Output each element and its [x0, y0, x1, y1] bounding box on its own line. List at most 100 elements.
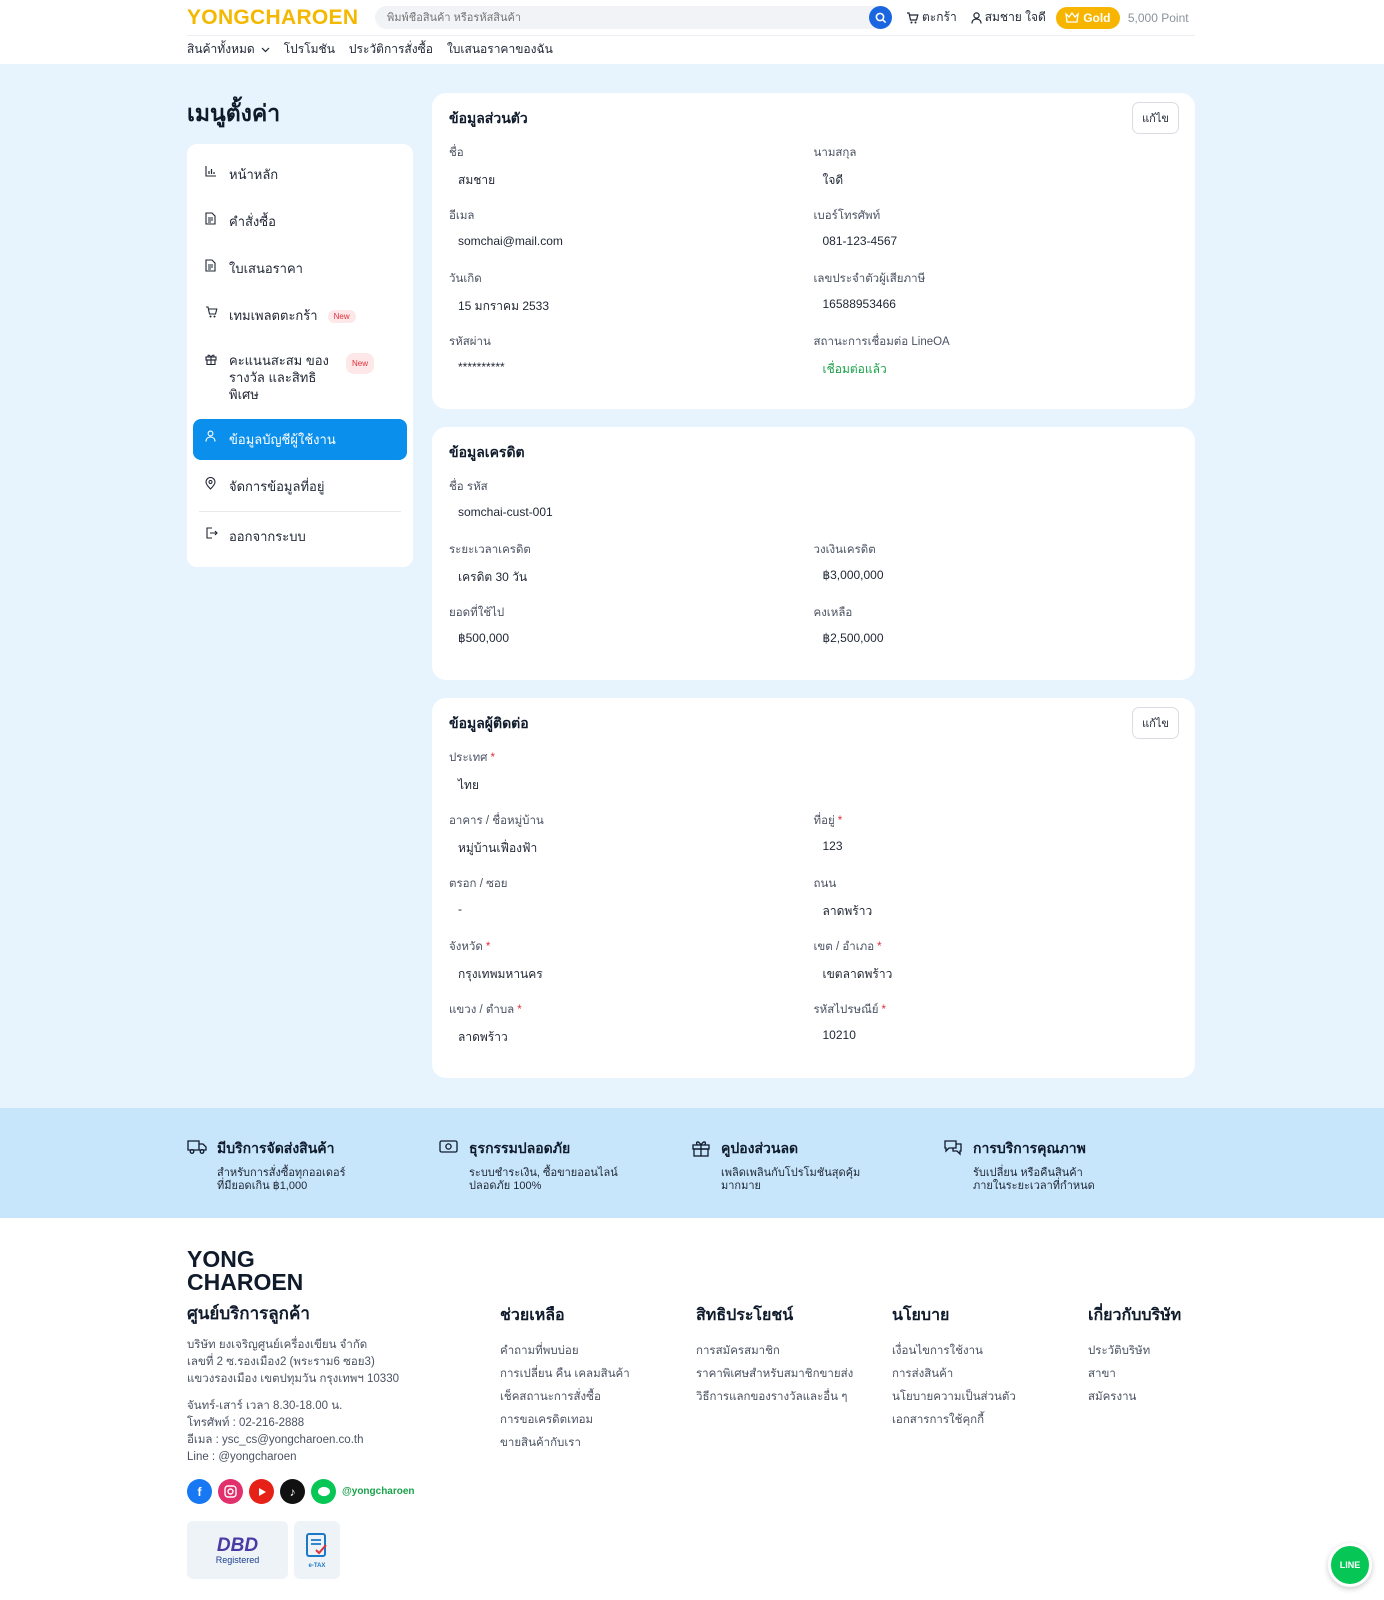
top-bar: YONGCHAROEN ตะกร้า สมชาย ใจดี Gold 5,000… — [187, 0, 1195, 36]
required-mark: * — [517, 1004, 522, 1016]
tiktok-icon[interactable]: ♪ — [280, 1479, 305, 1504]
cart-link[interactable]: ตะกร้า — [906, 8, 957, 27]
search-button[interactable] — [869, 6, 892, 29]
location-pin-icon — [205, 476, 221, 493]
line-icon[interactable] — [311, 1479, 336, 1504]
new-badge: New — [345, 353, 374, 374]
footer-link[interactable]: การสมัครสมาชิก — [696, 1342, 892, 1365]
required-mark: * — [877, 941, 882, 953]
search-input[interactable] — [387, 11, 857, 24]
site-header: YONGCHAROEN ตะกร้า สมชาย ใจดี Gold 5,000… — [0, 0, 1384, 64]
etax-icon — [306, 1532, 327, 1557]
field-label: นามสกุล — [813, 147, 857, 159]
etax-badge[interactable]: e-TAX — [294, 1521, 340, 1579]
sidebar-item-addresses[interactable]: จัดการข้อมูลที่อยู่ — [193, 466, 407, 507]
required-mark: * — [881, 1004, 887, 1016]
field-label: ถนน — [813, 878, 837, 890]
site-footer: YONG CHAROEN ศูนย์บริการลูกค้า บริษัท ยงเ… — [0, 1218, 1384, 1600]
required-mark: * — [485, 941, 491, 953]
sidebar-item-quotations[interactable]: ใบเสนอราคา — [193, 248, 407, 289]
user-menu[interactable]: สมชาย ใจดี — [971, 8, 1046, 27]
sidebar-item-orders[interactable]: คำสั่งซื้อ — [193, 201, 407, 242]
sidebar-item-rewards[interactable]: คะแนนสะสม ของรางวัล และสิทธิพิเศษ New — [193, 342, 407, 413]
chart-icon — [205, 164, 221, 180]
crown-icon — [1065, 12, 1080, 23]
sidebar-item-home[interactable]: หน้าหลัก — [193, 154, 407, 195]
line-chat-label: LINE — [1339, 1560, 1361, 1570]
brand-logo[interactable]: YONGCHAROEN — [187, 6, 375, 30]
sidebar-item-label: หน้าหลัก — [229, 167, 279, 182]
sidebar-divider — [199, 511, 401, 512]
sidebar-item-logout[interactable]: ออกจากระบบ — [193, 516, 407, 557]
footer-link[interactable]: เงื่อนไขการใช้งาน — [892, 1342, 1088, 1365]
nav-order-history[interactable]: ประวัติการสั่งซื้อ — [349, 40, 433, 59]
feature-secure: ธุรกรรมปลอดภัย ระบบชำระเงิน, ซื้อขายออนไล… — [439, 1138, 691, 1193]
field-last-name: นามสกุล ใจดี — [814, 144, 1179, 207]
feature-desc-line1: ระบบชำระเงิน, ซื้อขายออนไลน์ — [469, 1167, 618, 1179]
sidebar-item-cart-templates[interactable]: เทมเพลตตะกร้า New — [193, 295, 407, 336]
field-label: เบอร์โทรศัพท์ — [813, 210, 881, 222]
footer-col-title: ช่วยเหลือ — [500, 1307, 565, 1324]
feature-desc-line2: มากมาย — [721, 1180, 761, 1192]
field-value: 10210 — [822, 1028, 856, 1042]
field-value: สมชาย — [458, 173, 496, 187]
field-label: ที่อยู่ — [813, 815, 835, 827]
footer-logo-line1: YONG — [187, 1246, 255, 1272]
youtube-icon[interactable] — [249, 1479, 274, 1504]
field-label: อาคาร / ชื่อหมู่บ้าน — [449, 815, 544, 827]
field-label: รหัสผ่าน — [449, 336, 491, 348]
edit-personal-button[interactable]: แก้ไข — [1132, 102, 1179, 134]
footer-link[interactable]: วิธีการแลกของรางวัลและอื่น ๆ — [696, 1388, 892, 1411]
field-label: ชื่อ รหัส — [449, 481, 488, 493]
hours-text: จันทร์-เสาร์ เวลา 8.30-18.00 น. — [187, 1400, 343, 1412]
footer-company: YONG CHAROEN ศูนย์บริการลูกค้า บริษัท ยงเ… — [187, 1248, 500, 1579]
card-title: ข้อมูลผู้ติดต่อ — [449, 715, 529, 731]
address-line: บริษัท ยงเจริญศูนย์เครื่องเขียน จำกัด — [187, 1339, 368, 1351]
line-chat-button[interactable]: LINE — [1328, 1543, 1372, 1587]
field-value: - — [458, 902, 462, 916]
nav-all-products-label: สินค้าทั้งหมด — [187, 42, 255, 56]
truck-icon — [187, 1138, 217, 1193]
field-value: ไทย — [458, 778, 479, 792]
settings-sidebar: เมนูตั้งค่า หน้าหลัก คำสั่งซื้อ ใบเสนอรา… — [187, 93, 413, 1096]
footer-link[interactable]: ประวัติบริษัท — [1088, 1342, 1195, 1365]
contact-info-card: ข้อมูลผู้ติดต่อ แก้ไข ประเทศ * ไทย อาคาร /… — [432, 698, 1195, 1078]
footer-link[interactable]: เช็คสถานะการสั่งซื้อ — [500, 1388, 696, 1411]
tier-badge[interactable]: Gold — [1055, 6, 1120, 29]
field-soi: ตรอก / ซอย - — [449, 875, 814, 938]
footer-link[interactable]: สาขา — [1088, 1365, 1195, 1388]
address-line: แขวงรองเมือง เขตปทุมวัน กรุงเทพฯ 10330 — [187, 1373, 399, 1385]
footer-link[interactable]: ขายสินค้ากับเรา — [500, 1434, 696, 1457]
dbd-registered-badge[interactable]: DBD Registered — [187, 1521, 288, 1579]
nav-all-products[interactable]: สินค้าทั้งหมด — [187, 40, 270, 59]
footer-link[interactable]: การขอเครดิตเทอม — [500, 1411, 696, 1434]
footer-link[interactable]: สมัครงาน — [1088, 1388, 1195, 1411]
nav-my-quotations[interactable]: ใบเสนอราคาของฉัน — [447, 40, 553, 59]
footer-logo[interactable]: YONG CHAROEN — [187, 1248, 500, 1294]
document-icon — [205, 258, 221, 275]
footer-link[interactable]: ราคาพิเศษสำหรับสมาชิกขายส่ง — [696, 1365, 892, 1388]
feature-desc-line2: ภายในระยะเวลาที่กำหนด — [973, 1180, 1095, 1192]
field-value: กรุงเทพมหานคร — [458, 967, 543, 981]
field-label: ประเทศ — [449, 752, 488, 764]
footer-link[interactable]: คำถามที่พบบ่อย — [500, 1342, 696, 1365]
etax-text: e-TAX — [308, 1562, 326, 1569]
field-credit-remaining: คงเหลือ ฿2,500,000 — [814, 604, 1179, 667]
facebook-icon[interactable]: f — [187, 1479, 212, 1504]
edit-contact-button[interactable]: แก้ไข — [1132, 707, 1179, 739]
service-center-title: ศูนย์บริการลูกค้า — [187, 1304, 310, 1323]
sidebar-item-label: คำสั่งซื้อ — [229, 214, 276, 229]
footer-col-title: เกี่ยวกับบริษัท — [1088, 1307, 1182, 1324]
footer-link[interactable]: การส่งสินค้า — [892, 1365, 1088, 1388]
sidebar-item-label: คะแนนสะสม ของรางวัล และสิทธิพิเศษ — [229, 353, 329, 402]
sidebar-item-account[interactable]: ข้อมูลบัญชีผู้ใช้งาน — [193, 419, 407, 460]
footer-link[interactable]: เอกสารการใช้คุกกี้ — [892, 1411, 1088, 1434]
footer-link[interactable]: การเปลี่ยน คืน เคลมสินค้า — [500, 1365, 696, 1388]
instagram-icon[interactable] — [218, 1479, 243, 1504]
field-tax-id: เลขประจำตัวผู้เสียภาษี 16588953466 — [814, 270, 1179, 333]
nav-promotion[interactable]: โปรโมชัน — [284, 40, 335, 59]
social-handle[interactable]: @yongcharoen — [342, 1486, 415, 1497]
personal-info-card: ข้อมูลส่วนตัว แก้ไข ชื่อ สมชาย นามสกุล ใจด… — [432, 93, 1195, 409]
footer-link[interactable]: นโยบายความเป็นส่วนตัว — [892, 1388, 1088, 1411]
field-label: วันเกิด — [449, 273, 482, 285]
